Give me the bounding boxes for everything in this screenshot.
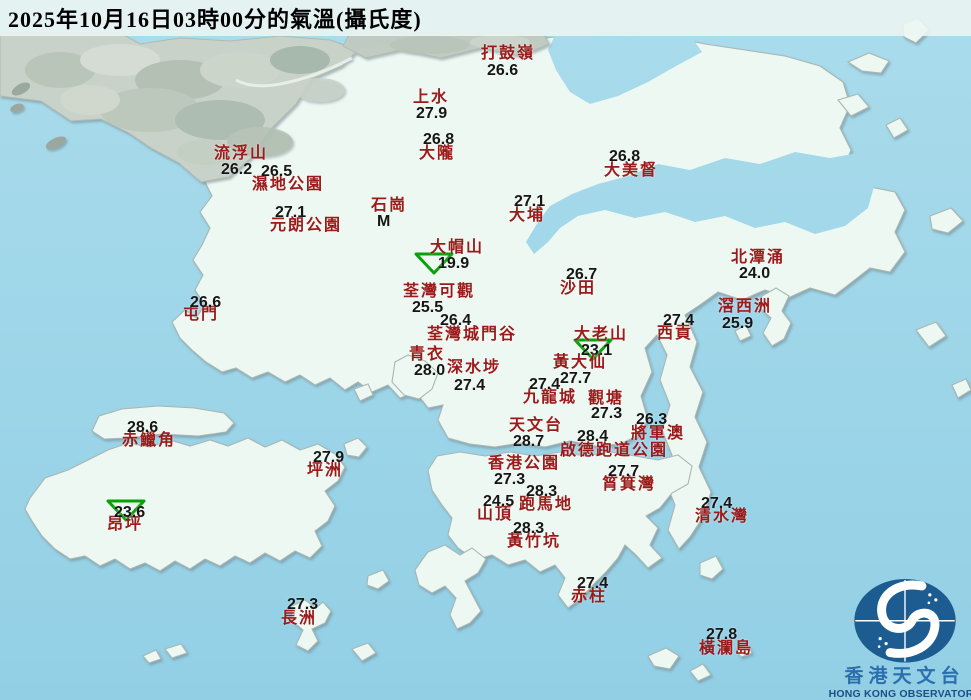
station-name-label: 大美督 <box>604 163 658 179</box>
station-name-label: 大埔 <box>509 208 545 224</box>
station-temp-value: 25.9 <box>722 316 753 332</box>
hko-logo-name-zh: 香港天文台 <box>844 667 964 686</box>
station-temp-value: 27.4 <box>454 378 485 394</box>
station-temp-value: 26.3 <box>636 412 667 428</box>
station-temp-value: 27.4 <box>701 496 732 512</box>
station-name-label: 大隴 <box>419 146 455 162</box>
station-temp-value: 27.4 <box>663 313 694 329</box>
station-temp-value: 27.9 <box>416 106 447 122</box>
station-name-label: 流浮山 <box>214 146 268 162</box>
station-name-label: 深水埗 <box>447 360 501 376</box>
station-temp-value: 26.5 <box>261 164 292 180</box>
station-temp-value: 26.6 <box>487 63 518 79</box>
station-temp-value: 28.4 <box>577 429 608 445</box>
station-temp-value: 19.9 <box>438 256 469 272</box>
station-temp-value: 26.7 <box>566 267 597 283</box>
hko-logo-icon <box>850 577 960 665</box>
station-temp-value: 27.7 <box>560 371 591 387</box>
station-temp-value: 27.9 <box>313 450 344 466</box>
station-temp-value: 26.6 <box>190 295 221 311</box>
station-temp-value: 24.0 <box>739 266 770 282</box>
station-name-label: 荃灣城門谷 <box>427 327 517 343</box>
station-name-label: 將軍澳 <box>631 426 685 442</box>
station-labels-layer: 打鼓嶺26.6上水27.9大隴26.8流浮山26.2濕地公園26.5大美督26.… <box>0 0 971 700</box>
station-temp-value: 28.3 <box>513 521 544 537</box>
station-name-label: 大帽山 <box>430 240 484 256</box>
station-temp-value: 27.4 <box>529 377 560 393</box>
station-name-label: 沙田 <box>560 281 596 297</box>
station-temp-value: 27.8 <box>706 627 737 643</box>
station-name-label: 青衣 <box>409 347 445 363</box>
station-name-label: 黃大仙 <box>553 355 607 371</box>
station-name-label: 大老山 <box>574 327 628 343</box>
station-temp-value: 25.5 <box>412 300 443 316</box>
station-name-label: 天文台 <box>509 418 563 434</box>
station-temp-value: 24.5 <box>483 494 514 510</box>
station-temp-value: 28.7 <box>513 434 544 450</box>
station-name-label: 滘西洲 <box>718 299 772 315</box>
station-name-label: 荃灣可觀 <box>403 284 475 300</box>
station-name-label: 香港公園 <box>488 456 560 472</box>
station-name-label: 上水 <box>413 90 449 106</box>
temperature-map-screen: 2025年10月16日03時00分的氣溫(攝氏度) 打鼓嶺26.6上水27.9大… <box>0 0 971 700</box>
station-temp-value: 23.6 <box>114 505 145 521</box>
hko-logo-name-en: HONG KONG OBSERVATORY <box>829 689 971 700</box>
station-temp-value: 27.1 <box>275 205 306 221</box>
station-temp-value: 26.4 <box>440 313 471 329</box>
map-title: 2025年10月16日03時00分的氣溫(攝氏度) <box>0 2 422 34</box>
station-name-label: 石崗 <box>371 198 407 214</box>
station-temp-value: 27.4 <box>577 576 608 592</box>
station-temp-value: 26.2 <box>221 162 252 178</box>
station-temp-value: 28.6 <box>127 420 158 436</box>
station-temp-value: 27.1 <box>514 194 545 210</box>
station-temp-value: 26.8 <box>609 149 640 165</box>
hko-logo: 香港天文台 HONG KONG OBSERVATORY <box>838 577 971 699</box>
station-temp-value: 28.0 <box>414 363 445 379</box>
station-temp-value: 27.3 <box>494 472 525 488</box>
station-name-label: 打鼓嶺 <box>481 46 535 62</box>
station-temp-value: 26.8 <box>423 132 454 148</box>
title-bar: 2025年10月16日03時00分的氣溫(攝氏度) <box>0 0 971 36</box>
station-temp-value: 27.7 <box>608 464 639 480</box>
station-name-label: 長洲 <box>281 611 317 627</box>
station-name-label: 北潭涌 <box>731 250 785 266</box>
station-name-label: 啟德跑道公園 <box>560 443 668 459</box>
station-name-label: 橫瀾島 <box>699 641 753 657</box>
station-temp-value: M <box>377 214 390 230</box>
station-temp-value: 27.3 <box>591 406 622 422</box>
station-temp-value: 27.3 <box>287 597 318 613</box>
station-temp-value: 28.3 <box>526 484 557 500</box>
